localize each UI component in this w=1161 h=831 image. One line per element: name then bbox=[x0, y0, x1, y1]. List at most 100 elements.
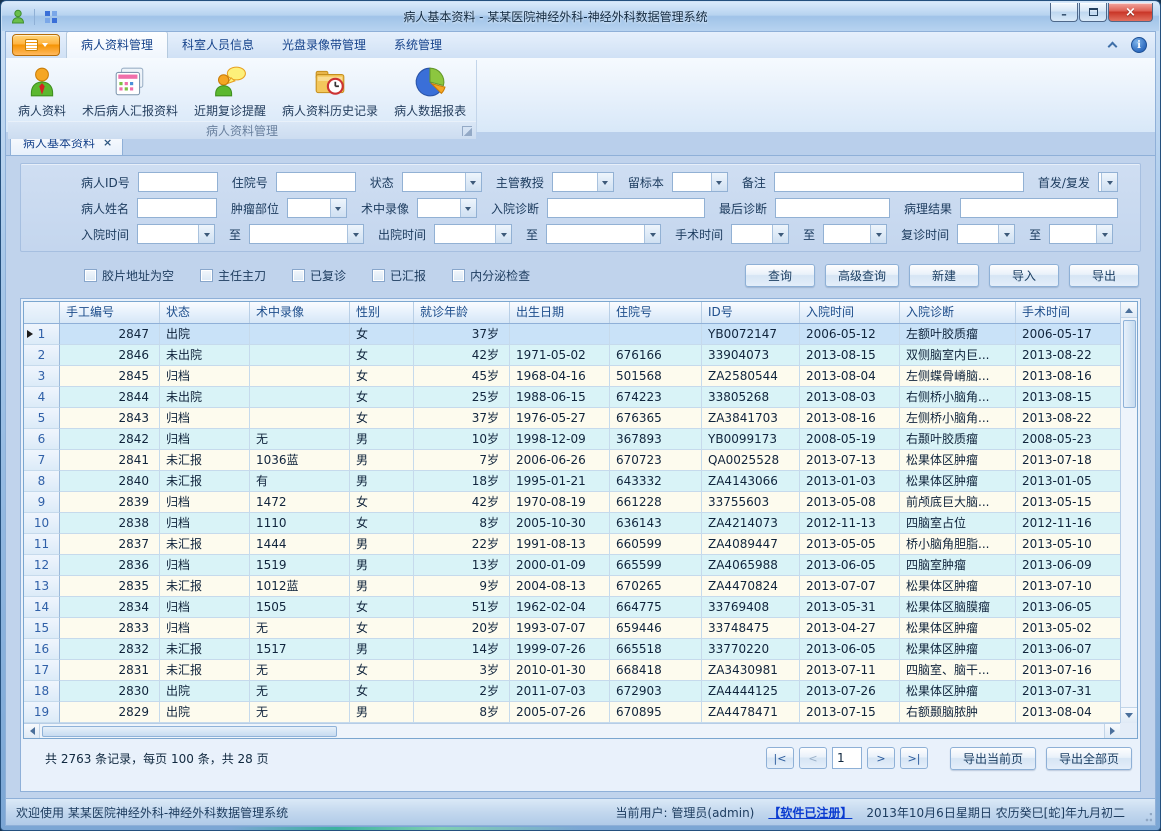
admission-date-to-combo[interactable] bbox=[249, 224, 364, 244]
row-header[interactable]: 8 bbox=[24, 471, 60, 492]
cell-age[interactable]: 45岁 bbox=[414, 366, 510, 387]
cell-video[interactable] bbox=[250, 345, 350, 366]
cell-age[interactable]: 7岁 bbox=[414, 450, 510, 471]
cell-birth[interactable]: 2011-07-03 bbox=[510, 681, 610, 702]
cell-video[interactable]: 有 bbox=[250, 471, 350, 492]
cell-id[interactable]: 33755603 bbox=[702, 492, 800, 513]
column-header-id[interactable]: ID号 bbox=[702, 302, 800, 323]
table-row[interactable]: 152833归档无女20岁1993-07-0765944633748475201… bbox=[24, 618, 1120, 639]
cell-status[interactable]: 归档 bbox=[160, 408, 250, 429]
cell-diag[interactable]: 松果体区肿瘤 bbox=[900, 639, 1016, 660]
cell-id[interactable]: YB0099173 bbox=[702, 429, 800, 450]
cell-diag[interactable]: 左侧蝶骨嵴脑... bbox=[900, 366, 1016, 387]
patient-info-button[interactable]: 病人资料 bbox=[10, 61, 74, 120]
cell-birth[interactable]: 1998-12-09 bbox=[510, 429, 610, 450]
combo-dropdown-button[interactable] bbox=[198, 225, 214, 243]
scroll-left-button[interactable] bbox=[24, 724, 40, 738]
cell-surg[interactable]: 2013-07-31 bbox=[1016, 681, 1120, 702]
cell-status[interactable]: 出院 bbox=[160, 702, 250, 723]
collapse-ribbon-button[interactable] bbox=[1103, 37, 1121, 53]
combo-dropdown-button[interactable] bbox=[998, 225, 1014, 243]
cell-sex[interactable]: 男 bbox=[350, 555, 414, 576]
cell-age[interactable]: 22岁 bbox=[414, 534, 510, 555]
cell-surg[interactable]: 2012-11-16 bbox=[1016, 513, 1120, 534]
cell-birth[interactable]: 1999-07-26 bbox=[510, 639, 610, 660]
cell-hosp[interactable]: 670265 bbox=[610, 576, 702, 597]
license-link[interactable]: 【软件已注册】 bbox=[768, 804, 852, 821]
patient-id-input[interactable] bbox=[138, 172, 218, 192]
cell-status[interactable]: 归档 bbox=[160, 513, 250, 534]
column-header-code[interactable]: 手工编号 bbox=[60, 302, 160, 323]
revisit-date-from-combo[interactable] bbox=[957, 224, 1015, 244]
cell-admit[interactable]: 2013-07-11 bbox=[800, 660, 900, 681]
cell-status[interactable]: 归档 bbox=[160, 618, 250, 639]
cell-surg[interactable]: 2013-08-15 bbox=[1016, 387, 1120, 408]
prev-page-button[interactable]: < bbox=[799, 747, 827, 769]
row-header[interactable]: 7 bbox=[24, 450, 60, 471]
cell-diag[interactable]: 松果体区肿瘤 bbox=[900, 471, 1016, 492]
cell-surg[interactable]: 2013-08-04 bbox=[1016, 702, 1120, 723]
cell-status[interactable]: 归档 bbox=[160, 429, 250, 450]
cell-sex[interactable]: 男 bbox=[350, 639, 414, 660]
cell-age[interactable]: 20岁 bbox=[414, 618, 510, 639]
cell-surg[interactable]: 2013-01-05 bbox=[1016, 471, 1120, 492]
cell-admit[interactable]: 2013-07-13 bbox=[800, 450, 900, 471]
cell-hosp[interactable]: 676166 bbox=[610, 345, 702, 366]
cell-surg[interactable]: 2013-06-05 bbox=[1016, 597, 1120, 618]
cell-hosp[interactable]: 367893 bbox=[610, 429, 702, 450]
cell-diag[interactable]: 双侧脑室内巨... bbox=[900, 345, 1016, 366]
cell-status[interactable]: 归档 bbox=[160, 597, 250, 618]
cell-hosp[interactable]: 668418 bbox=[610, 660, 702, 681]
cell-id[interactable]: ZA2580544 bbox=[702, 366, 800, 387]
admission-diagnosis-input[interactable] bbox=[547, 198, 705, 218]
cell-age[interactable]: 14岁 bbox=[414, 639, 510, 660]
query-button[interactable]: 查询 bbox=[745, 264, 815, 287]
cell-id[interactable]: ZA4065988 bbox=[702, 555, 800, 576]
cell-code[interactable]: 2837 bbox=[60, 534, 160, 555]
cell-video[interactable]: 1036蓝 bbox=[250, 450, 350, 471]
combo-dropdown-button[interactable] bbox=[711, 173, 727, 191]
cell-video[interactable]: 1519 bbox=[250, 555, 350, 576]
row-header[interactable]: 4 bbox=[24, 387, 60, 408]
cell-age[interactable]: 18岁 bbox=[414, 471, 510, 492]
combo-dropdown-button[interactable] bbox=[870, 225, 886, 243]
cell-status[interactable]: 未出院 bbox=[160, 387, 250, 408]
postop-report-button[interactable]: 术后病人汇报资料 bbox=[74, 61, 186, 120]
admission-date-from-combo[interactable] bbox=[137, 224, 215, 244]
cell-id[interactable]: ZA4444125 bbox=[702, 681, 800, 702]
cell-sex[interactable]: 女 bbox=[350, 345, 414, 366]
cell-id[interactable]: 33904073 bbox=[702, 345, 800, 366]
table-row[interactable]: 32845归档女45岁1968-04-16501568ZA25805442013… bbox=[24, 366, 1120, 387]
cell-status[interactable]: 未汇报 bbox=[160, 576, 250, 597]
cell-status[interactable]: 未汇报 bbox=[160, 450, 250, 471]
cell-hosp[interactable]: 664775 bbox=[610, 597, 702, 618]
checkbox-endocrine-exam[interactable]: 内分泌检查 bbox=[452, 267, 530, 284]
cell-sex[interactable]: 女 bbox=[350, 387, 414, 408]
column-header-sex[interactable]: 性别 bbox=[350, 302, 414, 323]
cell-birth[interactable]: 2004-08-13 bbox=[510, 576, 610, 597]
table-row[interactable]: 42844未出院女25岁1988-06-15674223338052682013… bbox=[24, 387, 1120, 408]
combo-dropdown-button[interactable] bbox=[495, 225, 511, 243]
checkbox-film-address-empty[interactable]: 胶片地址为空 bbox=[84, 267, 174, 284]
next-page-button[interactable]: > bbox=[867, 747, 895, 769]
column-header-video[interactable]: 术中录像 bbox=[250, 302, 350, 323]
scroll-down-button[interactable] bbox=[1121, 707, 1137, 723]
row-header[interactable]: 1 bbox=[24, 324, 60, 345]
cell-hosp[interactable]: 665599 bbox=[610, 555, 702, 576]
cell-video[interactable]: 1444 bbox=[250, 534, 350, 555]
pathology-result-input[interactable] bbox=[960, 198, 1118, 218]
cell-sex[interactable]: 女 bbox=[350, 513, 414, 534]
cell-video[interactable]: 1505 bbox=[250, 597, 350, 618]
cell-age[interactable]: 51岁 bbox=[414, 597, 510, 618]
cell-video[interactable]: 无 bbox=[250, 429, 350, 450]
cell-status[interactable]: 归档 bbox=[160, 555, 250, 576]
table-row[interactable]: 52843归档女37岁1976-05-27676365ZA38417032013… bbox=[24, 408, 1120, 429]
cell-birth[interactable]: 1976-05-27 bbox=[510, 408, 610, 429]
maximize-button[interactable] bbox=[1079, 3, 1107, 22]
column-header-age[interactable]: 就诊年龄 bbox=[414, 302, 510, 323]
cell-code[interactable]: 2847 bbox=[60, 324, 160, 345]
cell-surg[interactable]: 2013-07-16 bbox=[1016, 660, 1120, 681]
row-header[interactable]: 5 bbox=[24, 408, 60, 429]
cell-admit[interactable]: 2013-05-05 bbox=[800, 534, 900, 555]
cell-diag[interactable]: 前颅底巨大脑... bbox=[900, 492, 1016, 513]
